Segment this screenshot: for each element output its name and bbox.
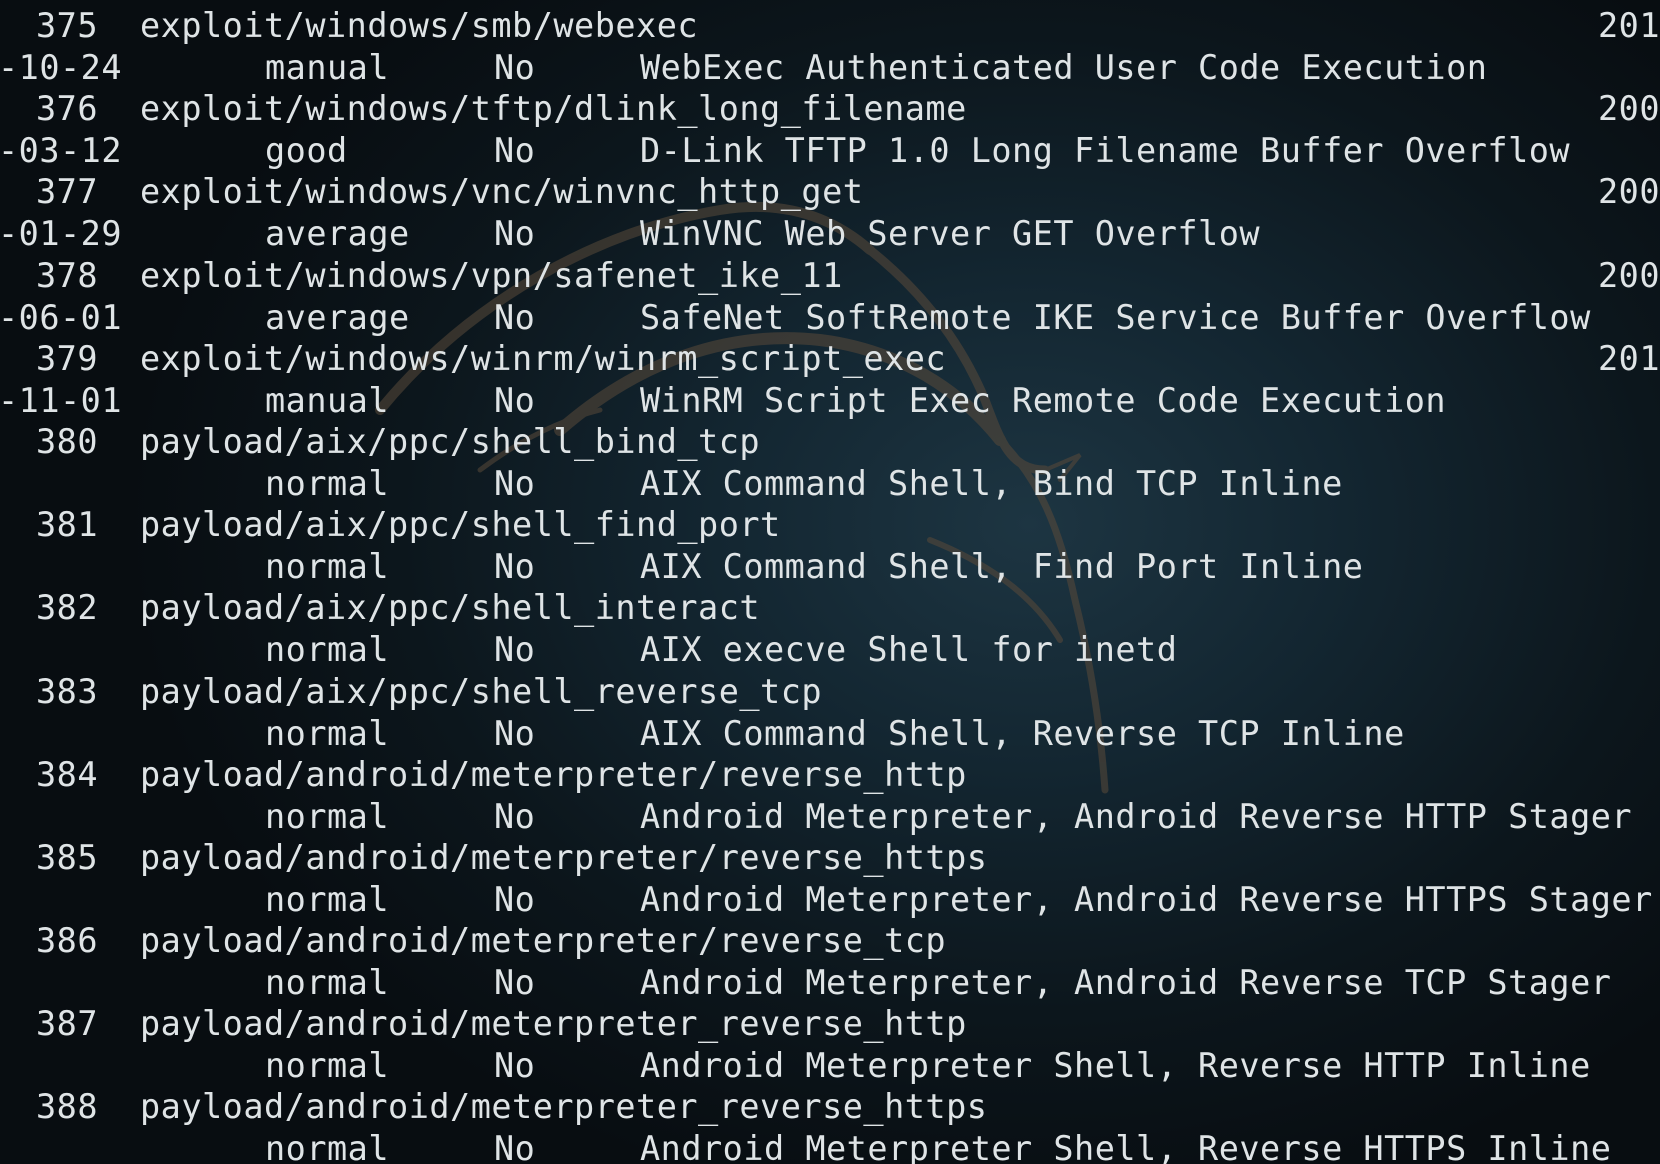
result-number: 387	[36, 1004, 99, 1044]
result-number: 385	[36, 837, 99, 877]
result-number: 388	[36, 1087, 99, 1127]
module-description: Android Meterpreter, Android Reverse TCP…	[640, 963, 1612, 1003]
module-description: WebExec Authenticated User Code Executio…	[640, 48, 1488, 87]
module-description: WinVNC Web Server GET Overflow	[640, 214, 1261, 254]
result-number: 380	[36, 421, 99, 461]
list-item: 381 payload/aix/ppc/shell_find_port normal…	[0, 499, 1660, 586]
module-name: payload/aix/ppc/shell_find_port	[140, 505, 781, 545]
check-value: No	[494, 1046, 536, 1086]
list-item: 387 payload/android/meterpreter_reverse_h…	[0, 998, 1660, 1085]
check-value: No	[494, 879, 536, 919]
check-value: No	[494, 963, 536, 1003]
rank-value: good	[265, 131, 348, 171]
disclosure-date-tail: -10-24	[0, 48, 123, 87]
disclosure-date-head: 200	[1598, 172, 1660, 212]
module-description: SafeNet SoftRemote IKE Service Buffer Ov…	[640, 297, 1591, 337]
result-number: 384	[36, 754, 99, 794]
rank-value: normal	[265, 547, 390, 587]
module-description: AIX execve Shell for inetd	[640, 630, 1178, 670]
module-name: payload/android/meterpreter_reverse_http…	[140, 1087, 988, 1127]
result-number: 378	[36, 255, 99, 295]
disclosure-date-head: 201	[1598, 338, 1660, 378]
list-item: 379 exploit/windows/winrm/winrm_script_ex…	[0, 333, 1660, 420]
module-description: AIX Command Shell, Bind TCP Inline	[640, 463, 1343, 503]
module-name: payload/android/meterpreter/reverse_http…	[140, 837, 988, 877]
module-description: Android Meterpreter Shell, Reverse HTTPS…	[640, 1129, 1612, 1164]
list-item: 383 payload/aix/ppc/shell_reverse_tcp norm…	[0, 666, 1660, 753]
rank-value: average	[265, 297, 410, 337]
rank-value: normal	[265, 1046, 390, 1086]
check-value: No	[494, 380, 536, 420]
result-number: 382	[36, 588, 99, 628]
module-description: AIX Command Shell, Find Port Inline	[640, 547, 1364, 587]
disclosure-date-head: 201	[1598, 6, 1660, 45]
module-name: exploit/windows/smb/webexec	[140, 6, 699, 45]
module-name: payload/android/meterpreter/reverse_http	[140, 754, 967, 794]
rank-value: manual	[265, 380, 390, 420]
rank-value: normal	[265, 879, 390, 919]
module-name: exploit/windows/winrm/winrm_script_exec	[140, 338, 947, 378]
list-item: 384 payload/android/meterpreter/reverse_h…	[0, 749, 1660, 836]
check-value: No	[494, 48, 536, 87]
disclosure-date-tail: -03-12	[0, 131, 123, 171]
rank-value: normal	[265, 630, 390, 670]
module-name: exploit/windows/tftp/dlink_long_filename	[140, 89, 967, 129]
disclosure-date-tail: -11-01	[0, 380, 123, 420]
module-description: D-Link TFTP 1.0 Long Filename Buffer Ove…	[640, 131, 1571, 171]
result-number: 379	[36, 338, 99, 378]
disclosure-date-tail: -06-01	[0, 297, 123, 337]
check-value: No	[494, 630, 536, 670]
rank-value: normal	[265, 796, 390, 836]
rank-value: normal	[265, 463, 390, 503]
rank-value: average	[265, 214, 410, 254]
check-value: No	[494, 796, 536, 836]
module-description: Android Meterpreter, Android Reverse HTT…	[640, 796, 1633, 836]
result-number: 377	[36, 172, 99, 212]
list-item: 376 exploit/windows/tftp/dlink_long_filen…	[0, 83, 1660, 170]
list-item: 377 exploit/windows/vnc/winvnc_http_get 20…	[0, 166, 1660, 253]
check-value: No	[494, 131, 536, 171]
list-item: 380 payload/aix/ppc/shell_bind_tcp normal N…	[0, 416, 1660, 503]
check-value: No	[494, 463, 536, 503]
result-number: 375	[36, 6, 99, 45]
module-name: exploit/windows/vnc/winvnc_http_get	[140, 172, 864, 212]
terminal-window[interactable]: 375 exploit/windows/smb/webexec 201 -10-24 m…	[0, 0, 1660, 1164]
check-value: No	[494, 1129, 536, 1164]
rank-value: normal	[265, 713, 390, 753]
check-value: No	[494, 297, 536, 337]
module-description: Android Meterpreter Shell, Reverse HTTP …	[640, 1046, 1591, 1086]
module-name: payload/aix/ppc/shell_reverse_tcp	[140, 671, 823, 711]
disclosure-date-tail: -01-29	[0, 214, 123, 254]
list-item: 375 exploit/windows/smb/webexec 201 -10-24 m…	[0, 0, 1660, 87]
rank-value: manual	[265, 48, 390, 87]
list-item: 388 payload/android/meterpreter_reverse_h…	[0, 1081, 1660, 1164]
check-value: No	[494, 214, 536, 254]
module-description: AIX Command Shell, Reverse TCP Inline	[640, 713, 1405, 753]
disclosure-date-head: 200	[1598, 255, 1660, 295]
search-results-list: 375 exploit/windows/smb/webexec 201 -10-24 m…	[0, 0, 1660, 1164]
result-number: 386	[36, 921, 99, 961]
module-name: payload/android/meterpreter_reverse_http	[140, 1004, 967, 1044]
list-item: 378 exploit/windows/vpn/safenet_ike_11 200…	[0, 250, 1660, 337]
rank-value: normal	[265, 1129, 390, 1164]
module-name: payload/aix/ppc/shell_interact	[140, 588, 761, 628]
result-number: 376	[36, 89, 99, 129]
result-number: 381	[36, 505, 99, 545]
list-item: 382 payload/aix/ppc/shell_interact normal N…	[0, 582, 1660, 669]
module-name: exploit/windows/vpn/safenet_ike_11	[140, 255, 843, 295]
list-item: 386 payload/android/meterpreter/reverse_t…	[0, 915, 1660, 1002]
list-item: 385 payload/android/meterpreter/reverse_h…	[0, 832, 1660, 919]
module-description: WinRM Script Exec Remote Code Execution	[640, 380, 1447, 420]
module-description: Android Meterpreter, Android Reverse HTT…	[640, 879, 1653, 919]
module-name: payload/aix/ppc/shell_bind_tcp	[140, 421, 761, 461]
rank-value: normal	[265, 963, 390, 1003]
check-value: No	[494, 547, 536, 587]
module-name: payload/android/meterpreter/reverse_tcp	[140, 921, 947, 961]
result-number: 383	[36, 671, 99, 711]
disclosure-date-head: 200	[1598, 89, 1660, 129]
check-value: No	[494, 713, 536, 753]
